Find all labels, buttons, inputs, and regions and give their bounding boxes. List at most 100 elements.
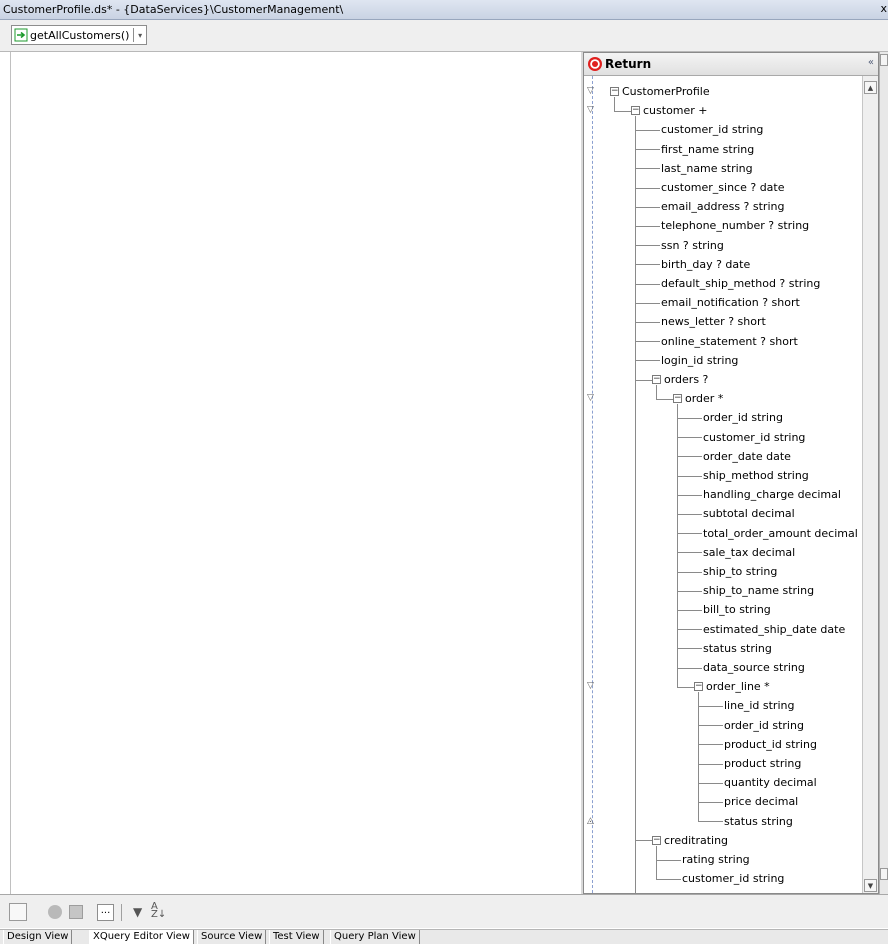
tree-node[interactable]: handling_charge decimal: [703, 485, 841, 504]
tree-node[interactable]: online_statement ? short: [661, 332, 798, 351]
stop-icon[interactable]: [48, 905, 62, 919]
tree-node[interactable]: bill_to string: [703, 600, 771, 619]
collapse-toggle-icon[interactable]: −: [694, 682, 703, 692]
canvas-scroll-up-icon[interactable]: [880, 54, 888, 66]
blank-button[interactable]: [9, 903, 27, 921]
ellipsis-button[interactable]: ...: [97, 904, 114, 921]
tree-branch-line: [635, 321, 660, 323]
tree-node[interactable]: first_name string: [661, 140, 754, 159]
return-target-icon: [587, 56, 603, 72]
tree-connector-line: [635, 116, 636, 893]
tree-branch-line: [677, 590, 702, 592]
operation-arrow-icon: [14, 28, 28, 42]
tree-node[interactable]: order_date date: [703, 447, 791, 466]
collapse-toggle-icon[interactable]: −: [673, 394, 682, 404]
return-tree: − CustomerProfile − customer + customer_id s…: [584, 76, 862, 893]
tree-node[interactable]: CustomerProfile: [622, 82, 710, 101]
tree-branch-line: [635, 341, 660, 343]
tree-node[interactable]: sale_tax decimal: [703, 543, 795, 562]
tree-node[interactable]: order_id string: [703, 408, 783, 427]
tree-node[interactable]: customer_id string: [661, 120, 763, 139]
tree-branch-line: [677, 571, 702, 573]
tree-branch-line: [635, 302, 660, 304]
tree-node[interactable]: total_order_amount decimal: [703, 524, 858, 543]
tree-node[interactable]: default_ship_method ? string: [661, 274, 820, 293]
tree-node[interactable]: rating string: [682, 850, 750, 869]
collapse-toggle-icon[interactable]: −: [631, 106, 640, 116]
tree-branch-line: [656, 398, 673, 400]
tree-node[interactable]: last_name string: [661, 159, 753, 178]
design-canvas[interactable]: [10, 52, 582, 894]
tree-node[interactable]: data_source string: [703, 658, 805, 677]
tree-node[interactable]: quantity decimal: [724, 773, 817, 792]
tree-branch-line: [635, 129, 660, 131]
tab-design-view[interactable]: Design View: [3, 930, 73, 944]
return-panel: Return « − CustomerProfile − customer + cust…: [583, 52, 879, 894]
tree-branch-line: [698, 782, 723, 784]
tree-branch-line: [677, 533, 702, 535]
tree-node[interactable]: product_id string: [724, 735, 817, 754]
tree-node[interactable]: telephone_number ? string: [661, 216, 809, 235]
tab-query-plan-view[interactable]: Query Plan View: [330, 930, 420, 944]
tree-node[interactable]: product string: [724, 754, 801, 773]
tree-node[interactable]: status string: [724, 812, 793, 831]
tree-node[interactable]: ship_to_name string: [703, 581, 814, 600]
tree-branch-line: [677, 513, 702, 515]
tree-node[interactable]: ssn ? string: [661, 236, 724, 255]
tree-connector-line: [656, 845, 657, 879]
tab-test-view[interactable]: Test View: [269, 930, 324, 944]
check-icon[interactable]: [69, 905, 83, 919]
tree-branch-line: [635, 149, 660, 151]
tab-source-view[interactable]: Source View: [197, 930, 267, 944]
tree-branch-line: [635, 245, 660, 247]
tree-branch-line: [656, 859, 681, 861]
tab-xquery-editor-view[interactable]: XQuery Editor View: [89, 930, 194, 944]
tree-node[interactable]: customer_since ? date: [661, 178, 785, 197]
tree-node[interactable]: orders ?: [664, 370, 708, 389]
tree-node[interactable]: email_address ? string: [661, 197, 784, 216]
tree-node[interactable]: news_letter ? short: [661, 312, 766, 331]
tree-node[interactable]: valuation ?: [664, 888, 724, 893]
tree-node[interactable]: birth_day ? date: [661, 255, 750, 274]
canvas-scroll-down-icon[interactable]: [880, 868, 888, 880]
tree-node[interactable]: customer +: [643, 101, 708, 120]
window-titlebar: CustomerProfile.ds* - {DataServices}\Cus…: [0, 0, 888, 20]
tree-node[interactable]: status string: [703, 639, 772, 658]
filter-icon[interactable]: ▼: [133, 905, 142, 919]
view-tabs: Design View XQuery Editor View Source View…: [0, 929, 888, 944]
tree-node[interactable]: ship_method string: [703, 466, 809, 485]
chevron-down-icon[interactable]: ▾: [134, 31, 146, 40]
collapse-toggle-icon[interactable]: −: [652, 375, 661, 384]
top-toolbar: getAllCustomers() ▾: [0, 20, 888, 52]
collapse-icon[interactable]: «: [868, 57, 874, 68]
guide-line: [592, 76, 593, 893]
tree-node[interactable]: price decimal: [724, 792, 798, 811]
canvas-scrollbar[interactable]: [879, 52, 888, 894]
tree-node[interactable]: subtotal decimal: [703, 504, 795, 523]
tree-connector-line: [677, 404, 678, 687]
sort-az-icon[interactable]: A Z↓: [151, 902, 166, 920]
tree-branch-line: [698, 705, 723, 707]
tree-node[interactable]: estimated_ship_date date: [703, 620, 845, 639]
operation-select[interactable]: getAllCustomers() ▾: [11, 25, 147, 45]
tree-node[interactable]: email_notification ? short: [661, 293, 800, 312]
collapse-toggle-icon[interactable]: −: [610, 87, 619, 96]
tree-node[interactable]: order_id string: [724, 716, 804, 735]
tree-node[interactable]: creditrating: [664, 831, 728, 850]
tree-scrollbar[interactable]: ▲ ▼: [862, 76, 878, 893]
tree-node[interactable]: ship_to string: [703, 562, 777, 581]
close-icon[interactable]: x: [880, 2, 887, 15]
tree-node[interactable]: order *: [685, 389, 723, 408]
tree-node[interactable]: order_line *: [706, 677, 770, 696]
collapse-toggle-icon[interactable]: −: [652, 835, 661, 845]
tree-node[interactable]: line_id string: [724, 696, 794, 715]
tree-node[interactable]: login_id string: [661, 351, 738, 370]
tree-branch-line: [677, 417, 702, 419]
scroll-down-icon[interactable]: ▼: [864, 879, 877, 892]
tree-node[interactable]: customer_id string: [703, 428, 805, 447]
tree-branch-line: [635, 360, 660, 362]
tree-branch-line: [635, 379, 652, 381]
scroll-up-icon[interactable]: ▲: [864, 81, 877, 94]
tree-branch-line: [698, 801, 723, 803]
tree-node[interactable]: customer_id string: [682, 869, 784, 888]
